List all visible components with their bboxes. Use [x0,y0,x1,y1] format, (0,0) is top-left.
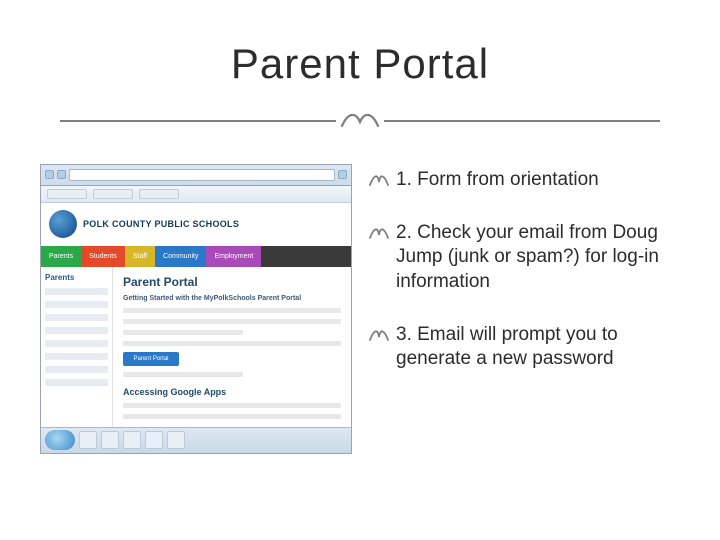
district-name: POLK COUNTY PUBLIC SCHOOLS [83,219,239,229]
body-text-line [123,330,243,335]
divider-line-left [60,120,336,122]
sidebar-item [45,327,108,334]
nav-item: Staff [125,246,155,267]
taskbar-item [167,431,185,449]
address-bar [69,169,335,181]
site-nav: Parents Students Staff Community Employm… [41,246,351,267]
title-divider [60,106,660,136]
taskbar-item [145,431,163,449]
nav-item: Community [155,246,206,267]
bullet-item: 1. Form from orientation [368,168,680,193]
parent-portal-button: Parent Portal [123,352,179,366]
page-heading: Parent Portal [123,275,341,289]
sidebar-item [45,353,108,360]
browser-tab-item [47,189,87,199]
body-text-line [123,319,341,324]
sidebar-item [45,340,108,347]
sidebar-item [45,366,108,373]
page-title: Parent Portal [0,40,720,88]
site-header: POLK COUNTY PUBLIC SCHOOLS [41,203,351,246]
nav-refresh-icon [338,170,347,179]
body-text-line [123,403,341,408]
browser-tab-item [139,189,179,199]
district-logo-icon [49,210,77,238]
browser-chrome-top [41,165,351,186]
page-heading-2: Accessing Google Apps [123,387,341,397]
nav-item: Employment [206,246,261,267]
body-text-line [123,372,243,377]
nav-fwd-icon [57,170,66,179]
nav-item: Parents [41,246,81,267]
browser-tabs [41,186,351,203]
flourish-icon [336,106,384,136]
taskbar [41,427,351,453]
screenshot-column: POLK COUNTY PUBLIC SCHOOLS Parents Stude… [40,164,352,454]
body-text-line [123,414,341,419]
sidebar-item [45,314,108,321]
sidebar-heading: Parents [45,273,108,282]
sidebar-item [45,379,108,386]
bullet-text: 2. Check your email from Doug Jump (junk… [396,221,680,295]
body-text-line [123,308,341,313]
flourish-bullet-icon [368,325,390,347]
bullet-item: 3. Email will prompt you to generate a n… [368,323,680,372]
bullet-item: 2. Check your email from Doug Jump (junk… [368,221,680,295]
start-button-icon [45,430,75,450]
sidebar-item [45,288,108,295]
nav-item: Students [81,246,125,267]
body-text-line [123,341,341,346]
flourish-bullet-icon [368,170,390,192]
flourish-bullet-icon [368,223,390,245]
site-body: Parents Parent Portal Getting Started wi… [41,267,351,427]
bullet-text: 1. Form from orientation [396,168,599,193]
site-main: Parent Portal Getting Started with the M… [113,267,351,427]
divider-line-right [384,120,660,122]
bullet-text: 3. Email will prompt you to generate a n… [396,323,680,372]
page-subheading: Getting Started with the MyPolkSchools P… [123,295,341,302]
taskbar-item [123,431,141,449]
taskbar-item [101,431,119,449]
taskbar-item [79,431,97,449]
browser-tab-item [93,189,133,199]
slide: Parent Portal [0,0,720,540]
bullet-column: 1. Form from orientation 2. Check your e… [368,164,680,454]
content-row: POLK COUNTY PUBLIC SCHOOLS Parents Stude… [0,164,720,454]
embedded-screenshot: POLK COUNTY PUBLIC SCHOOLS Parents Stude… [40,164,352,454]
sidebar-item [45,301,108,308]
site-sidebar: Parents [41,267,113,427]
nav-back-icon [45,170,54,179]
